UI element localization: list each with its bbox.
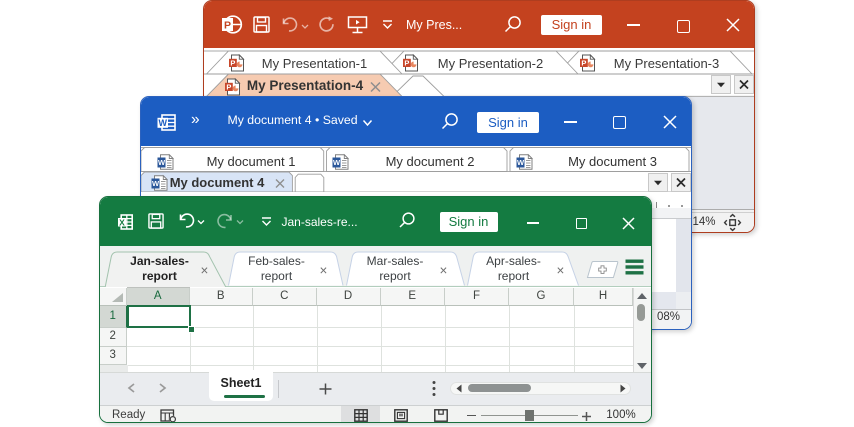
svg-text:W: W bbox=[158, 158, 166, 167]
svg-text:W: W bbox=[159, 118, 168, 128]
svg-text:P: P bbox=[404, 58, 409, 67]
svg-text:P: P bbox=[226, 82, 231, 91]
svg-text:P: P bbox=[224, 20, 231, 32]
svg-text:X: X bbox=[119, 217, 125, 227]
svg-text:W: W bbox=[517, 158, 525, 167]
svg-text:P: P bbox=[230, 58, 235, 67]
svg-text:P: P bbox=[581, 58, 586, 67]
svg-text:W: W bbox=[151, 179, 159, 188]
svg-text:W: W bbox=[333, 158, 341, 167]
